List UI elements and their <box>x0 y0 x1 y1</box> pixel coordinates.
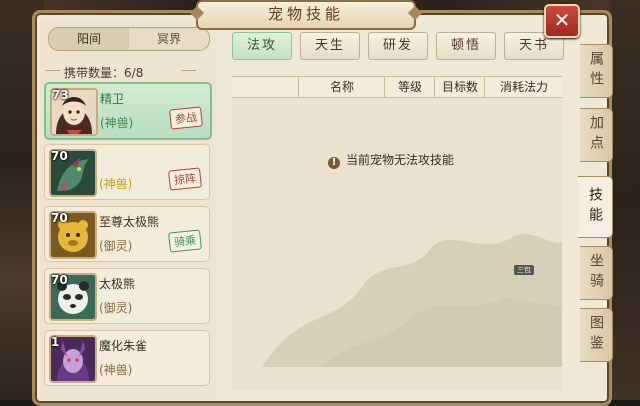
pet-type: (御灵) <box>99 239 133 253</box>
side-tab-attributes[interactable]: 属性 <box>580 44 613 98</box>
ink-landscape-decoration <box>262 234 562 367</box>
window-title: 宠物技能 <box>196 0 416 30</box>
side-tab-skills[interactable]: 技能 <box>578 176 613 238</box>
status-stamp-mount: 骑乘 <box>168 229 202 253</box>
realm-option-underworld[interactable]: 冥界 <box>129 28 209 50</box>
pet-name: 精卫 <box>100 92 125 106</box>
realm-option-yang[interactable]: 阳间 <box>49 28 129 50</box>
side-tab-collection[interactable]: 图鉴 <box>580 308 613 362</box>
realm-toggle[interactable]: 阳间 冥界 <box>48 27 210 51</box>
pet-card-dragon[interactable]: 70 (神兽) 掠阵 <box>44 144 210 200</box>
column-blank <box>232 77 298 97</box>
pet-type: (御灵) <box>99 301 133 315</box>
right-game-backdrop <box>610 0 640 400</box>
carry-label: 携带数量： <box>64 66 125 80</box>
pet-card-bear[interactable]: 70 太极熊 (御灵) <box>44 268 210 324</box>
close-button[interactable]: ✕ <box>544 4 580 38</box>
divider-left <box>46 70 60 71</box>
pet-level: 1 <box>51 335 60 349</box>
pet-card-corrupted-phoenix[interactable]: 1 魔化朱雀 (神兽) <box>44 330 210 386</box>
status-stamp-assist: 掠阵 <box>168 167 202 191</box>
pet-card-supreme-bear[interactable]: 70 至尊太极熊 (御灵) 骑乘 <box>44 206 210 262</box>
status-stamp-battle: 参战 <box>169 106 203 130</box>
pet-type: (神兽) <box>99 177 133 191</box>
pet-level: 73 <box>52 88 69 102</box>
pet-level: 70 <box>51 211 68 225</box>
warning-icon: ! <box>328 157 340 169</box>
skill-table: 名称 等级 目标数 消耗法力 ! 当前宠物无法攻技能 <box>232 76 562 391</box>
tab-research[interactable]: 研发 <box>368 32 428 60</box>
page-tag: 三包 <box>514 265 534 275</box>
pet-name: 至尊太极熊 <box>99 215 160 229</box>
column-name: 名称 <box>298 77 385 97</box>
column-targets: 目标数 <box>434 77 485 97</box>
pet-card-jingwei[interactable]: 73 精卫 (神兽) 参战 <box>44 82 212 140</box>
table-header: 名称 等级 目标数 消耗法力 <box>232 77 562 98</box>
pet-level: 70 <box>51 149 68 163</box>
carry-value: 6/8 <box>124 66 144 80</box>
side-tab-points[interactable]: 加点 <box>580 108 613 162</box>
empty-text: 当前宠物无法攻技能 <box>346 153 455 167</box>
pet-name: 魔化朱雀 <box>99 339 148 353</box>
pet-list-panel: 阳间 冥界 携带数量：6/8 73 精卫 (神兽) 参战 70 (神兽) 掠阵 … <box>40 18 216 400</box>
pet-type: (神兽) <box>100 116 134 130</box>
tab-enlightenment[interactable]: 顿悟 <box>436 32 496 60</box>
divider-right <box>182 70 196 71</box>
pet-type: (神兽) <box>99 363 133 377</box>
column-level: 等级 <box>384 77 435 97</box>
column-mana-cost: 消耗法力 <box>484 77 563 97</box>
pet-name: 太极熊 <box>99 277 136 291</box>
side-tab-mount[interactable]: 坐骑 <box>580 246 613 300</box>
pet-level: 70 <box>51 273 68 287</box>
tab-innate[interactable]: 天生 <box>300 32 360 60</box>
tab-magic-attack[interactable]: 法攻 <box>232 32 292 60</box>
empty-state-message: ! 当前宠物无法攻技能 <box>328 151 454 169</box>
carry-count: 携带数量：6/8 <box>64 64 143 81</box>
